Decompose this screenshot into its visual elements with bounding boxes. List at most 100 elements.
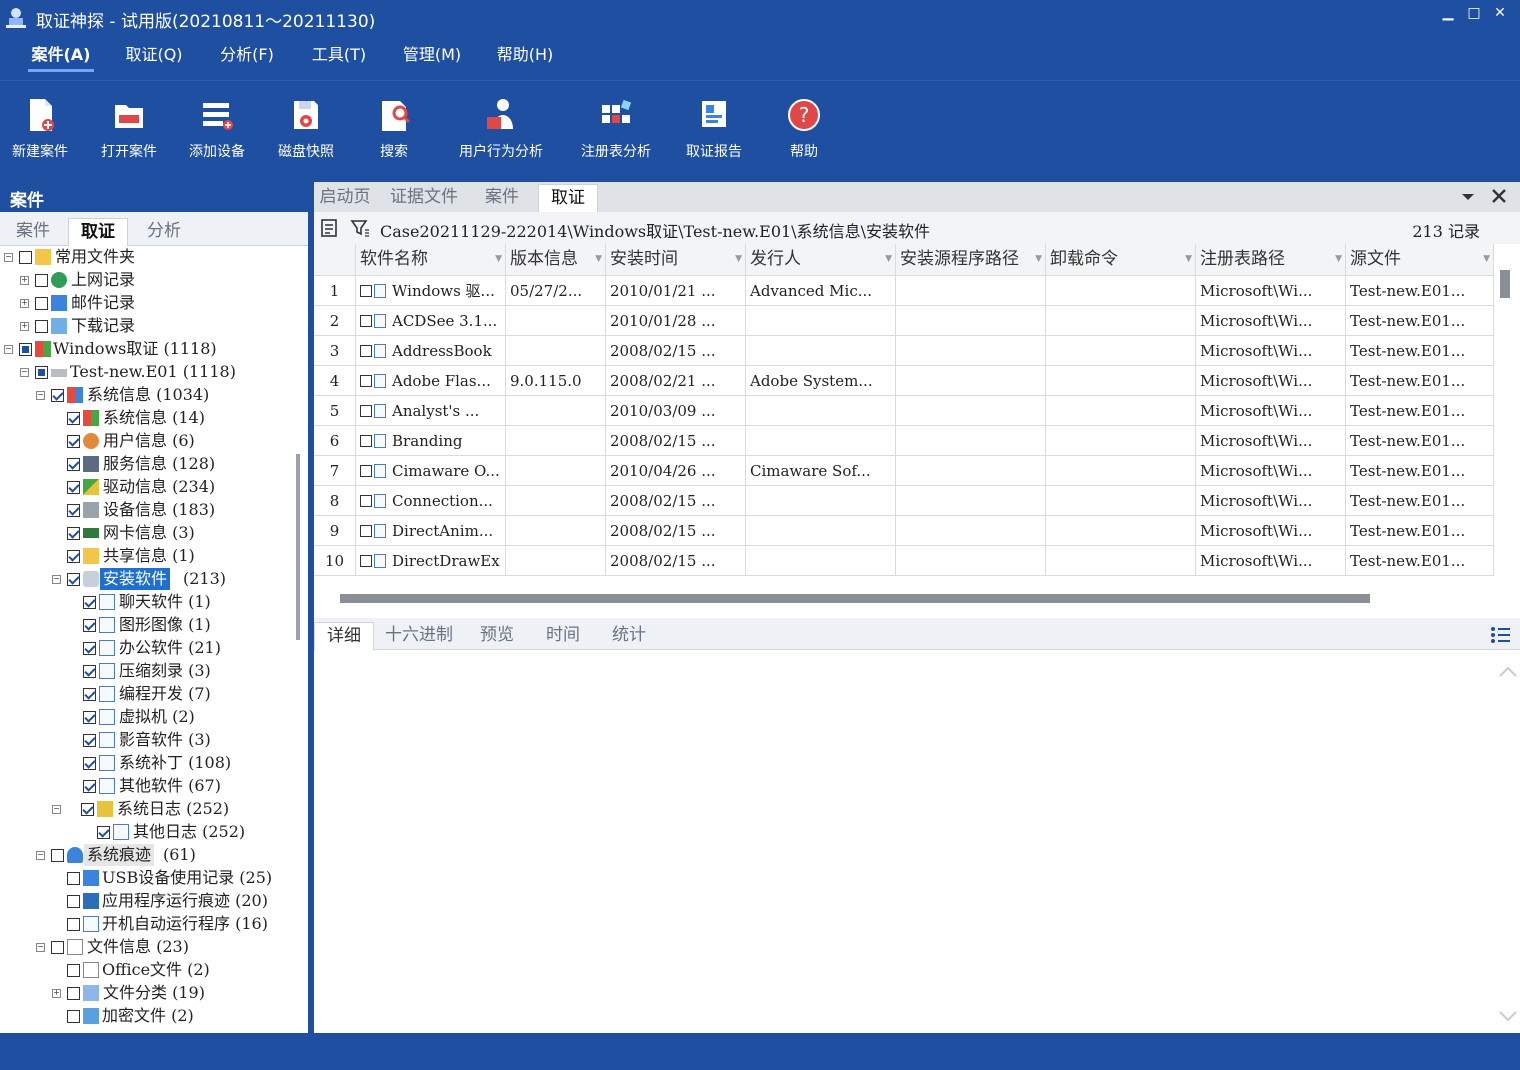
tree-checkbox[interactable] [35, 297, 48, 310]
user-behavior-button[interactable]: 用户行为分析 [452, 95, 550, 165]
tree-scrollbar[interactable] [296, 454, 300, 640]
table-row[interactable]: 6 Branding 2008/02/15 ... Microsoft\Wi... Te… [314, 426, 1494, 456]
tree-checkbox[interactable] [67, 458, 80, 471]
column-header-install-source[interactable]: 安装源程序路径 ▼ [896, 244, 1046, 276]
tree-checkbox[interactable] [83, 642, 96, 655]
column-header-registry-path[interactable]: 注册表路径 ▼ [1196, 244, 1346, 276]
tree-checkbox[interactable] [67, 481, 80, 494]
tree-checkbox[interactable] [83, 596, 96, 609]
open-case-button[interactable]: 打开案件 [94, 95, 164, 165]
tree-checkbox[interactable] [67, 412, 80, 425]
collapse-toggle[interactable]: − [52, 805, 61, 814]
table-row[interactable]: 9 DirectAnim... 2008/02/15 ... Microsoft\Wi… [314, 516, 1494, 546]
minimize-button[interactable]: ▁ [1436, 4, 1460, 24]
table-row[interactable]: 10 DirectDrawEx 2008/02/15 ... Microsoft\Wi… [314, 546, 1494, 576]
tab-case[interactable]: 案件 [474, 184, 530, 212]
detail-options-icon[interactable] [1490, 625, 1512, 645]
tab-preview[interactable]: 预览 [466, 622, 528, 650]
table-row[interactable]: 3 AddressBook 2008/02/15 ... Microsoft\Wi..… [314, 336, 1494, 366]
export-list-icon[interactable] [320, 218, 340, 238]
tab-forensics[interactable]: 取证 [538, 184, 598, 212]
collapse-toggle[interactable]: − [4, 253, 13, 262]
disk-snapshot-button[interactable]: 磁盘快照 [272, 95, 340, 165]
column-header-publisher[interactable]: 发行人 ▼ [746, 244, 896, 276]
tree-checkbox[interactable] [67, 550, 80, 563]
expand-toggle[interactable]: + [20, 322, 29, 331]
collapse-toggle[interactable]: − [20, 368, 29, 377]
menu-tools[interactable]: 工具(T) [304, 44, 374, 72]
menu-manage[interactable]: 管理(M) [396, 44, 468, 72]
column-header-install-time[interactable]: 安装时间 ▼ [606, 244, 746, 276]
row-checkbox[interactable] [360, 345, 372, 357]
column-header-uninstall[interactable]: 卸载命令 ▼ [1046, 244, 1196, 276]
tab-hex[interactable]: 十六进制 [376, 622, 462, 650]
tab-forensics[interactable]: 取证 [68, 218, 128, 246]
collapse-toggle[interactable]: − [36, 851, 45, 860]
tab-analysis[interactable]: 分析 [136, 218, 192, 246]
tab-case[interactable]: 案件 [8, 218, 58, 246]
forensic-report-button[interactable]: 取证报告 [680, 95, 748, 165]
tree-checkbox[interactable] [83, 757, 96, 770]
tree-checkbox[interactable] [83, 619, 96, 632]
collapse-toggle[interactable]: − [36, 943, 45, 952]
tab-list-dropdown-icon[interactable] [1460, 192, 1476, 202]
tree-checkbox[interactable] [67, 964, 80, 977]
column-header-source-file[interactable]: 源文件 ▼ [1346, 244, 1494, 276]
tree-checkbox[interactable] [83, 780, 96, 793]
table-row[interactable]: 8 Connection... 2008/02/15 ... Microsoft\Wi… [314, 486, 1494, 516]
tree-checkbox[interactable] [67, 987, 80, 1000]
column-header-name[interactable]: 软件名称 ▼ [356, 244, 506, 276]
tree-checkbox[interactable] [67, 895, 80, 908]
add-device-button[interactable]: 添加设备 [184, 95, 250, 165]
tab-time[interactable]: 时间 [532, 622, 594, 650]
tree-checkbox[interactable] [81, 803, 94, 816]
scroll-down-icon[interactable] [1498, 1010, 1518, 1022]
table-row[interactable]: 7 Cimaware O... 2010/04/26 ... Cimaware Sof… [314, 456, 1494, 486]
registry-analysis-button[interactable]: 注册表分析 [574, 95, 658, 165]
expand-toggle[interactable]: + [20, 276, 29, 285]
row-checkbox[interactable] [360, 405, 372, 417]
table-row[interactable]: 2 ACDSee 3.1... 2010/01/28 ... Microsoft\Wi… [314, 306, 1494, 336]
row-checkbox[interactable] [360, 285, 372, 297]
collapse-toggle[interactable]: − [36, 391, 45, 400]
tree-checkbox[interactable] [51, 941, 64, 954]
tree-checkbox[interactable] [83, 711, 96, 724]
tree-checkbox[interactable] [67, 573, 80, 586]
tree-checkbox[interactable] [19, 251, 32, 264]
table-row[interactable]: 5 Analyst's ... 2010/03/09 ... Microsoft\Wi… [314, 396, 1494, 426]
new-case-button[interactable]: 新建案件 [6, 95, 74, 165]
tree-checkbox[interactable] [67, 435, 80, 448]
tree-checkbox[interactable] [19, 343, 32, 356]
maximize-button[interactable]: □ [1462, 4, 1486, 24]
tree-checkbox[interactable] [51, 389, 64, 402]
table-vertical-scrollbar[interactable] [1500, 270, 1510, 298]
expand-toggle[interactable]: + [52, 989, 61, 998]
tree-checkbox[interactable] [35, 320, 48, 333]
tree-checkbox[interactable] [83, 665, 96, 678]
menu-forensics[interactable]: 取证(Q) [118, 44, 190, 72]
close-button[interactable]: ✕ [1488, 4, 1512, 24]
table-horizontal-scrollbar[interactable] [340, 594, 1370, 603]
tree-checkbox[interactable] [67, 918, 80, 931]
tab-start-page[interactable]: 启动页 [314, 184, 376, 212]
column-header-version[interactable]: 版本信息 ▼ [506, 244, 606, 276]
close-tab-icon[interactable] [1490, 187, 1508, 205]
tree-checkbox[interactable] [35, 274, 48, 287]
row-checkbox[interactable] [360, 525, 372, 537]
tree-checkbox[interactable] [67, 504, 80, 517]
row-checkbox[interactable] [360, 435, 372, 447]
row-checkbox[interactable] [360, 375, 372, 387]
menu-help[interactable]: 帮助(H) [490, 44, 560, 72]
menu-analysis[interactable]: 分析(F) [212, 44, 282, 72]
tree-checkbox[interactable] [67, 527, 80, 540]
tree-checkbox[interactable] [83, 734, 96, 747]
tab-detail[interactable]: 详细 [314, 622, 374, 650]
tab-evidence-files[interactable]: 证据文件 [384, 184, 464, 212]
menu-case[interactable]: 案件(A) [28, 44, 94, 72]
help-button[interactable]: ? 帮助 [780, 95, 828, 165]
collapse-toggle[interactable]: − [52, 575, 61, 584]
tree-checkbox[interactable] [67, 872, 80, 885]
tree-checkbox[interactable] [35, 366, 48, 379]
filter-icon[interactable] [350, 218, 370, 238]
tree-checkbox[interactable] [83, 688, 96, 701]
